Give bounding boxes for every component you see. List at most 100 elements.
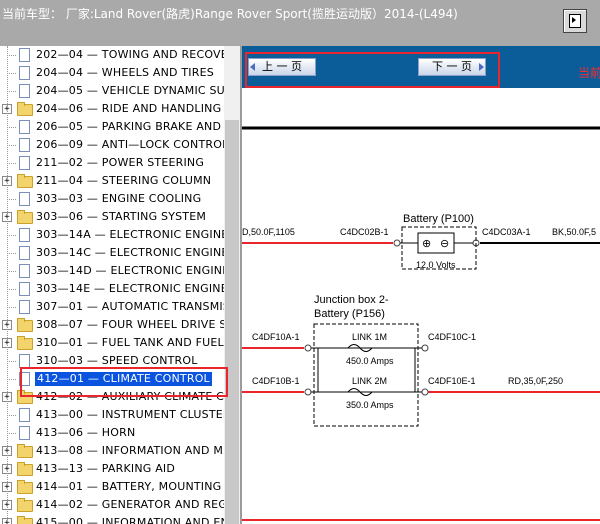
nav-highlight-box <box>245 52 500 88</box>
tree-item-label: 206—09 — ANTI—LOCK CONTROL <box>36 138 224 151</box>
tree-item[interactable]: 204—05 — VEHICLE DYNAMIC SUSPENSION <box>0 82 224 100</box>
tree-connector-line <box>7 433 16 434</box>
tree-item-label: 303—14A — ELECTRONIC ENGINE CONTROLS <box>36 228 224 241</box>
tree-item-label: 414—01 — BATTERY, MOUNTING AND CABLES <box>36 480 224 493</box>
tree-item-label: 303—06 — STARTING SYSTEM <box>36 210 207 223</box>
tree-item[interactable]: 303—14E — ELECTRONIC ENGINE CONTROLS <box>0 280 224 298</box>
terminal-c4df10c <box>421 344 429 352</box>
link-1m-amps: 450.0 Amps <box>346 356 394 366</box>
tree-item[interactable]: +303—06 — STARTING SYSTEM <box>0 208 224 226</box>
folder-icon <box>17 462 33 476</box>
tree-connector-line <box>7 307 16 308</box>
selection-highlight-box <box>20 367 228 397</box>
junction-title-line2: Battery (P156) <box>314 308 385 320</box>
tree-item-label: 206—05 — PARKING BRAKE AND ACTUATION <box>36 120 224 133</box>
link-2m-name: LINK 2M <box>352 376 387 386</box>
tree-item[interactable]: +414—02 — GENERATOR AND REGULATOR <box>0 496 224 514</box>
tree-item[interactable]: +308—07 — FOUR WHEEL DRIVE SYSTEMS <box>0 316 224 334</box>
tree-item-label: 303—14E — ELECTRONIC ENGINE CONTROLS <box>36 282 224 295</box>
document-icon <box>19 426 30 440</box>
tree-item-label: 204—06 — RIDE AND HANDLING <box>36 102 222 115</box>
minus-icon: ⊖ <box>440 238 449 250</box>
tree-item[interactable]: +211—04 — STEERING COLUMN <box>0 172 224 190</box>
tree-item[interactable]: 303—03 — ENGINE COOLING <box>0 190 224 208</box>
tree-scrollbar[interactable] <box>224 46 240 524</box>
wiring-diagram-svg: Battery (P100) D,50.0F,1105 C4DC02B-1 C4… <box>242 126 600 521</box>
tree-item[interactable]: 204—04 — WHEELS AND TIRES <box>0 64 224 82</box>
tree-connector-line <box>7 253 16 254</box>
document-icon <box>19 300 30 314</box>
exit-button[interactable] <box>563 9 587 33</box>
document-icon <box>19 66 30 80</box>
folder-icon <box>17 480 33 494</box>
tree-connector-line <box>7 145 16 146</box>
tree-item-label: 414—02 — GENERATOR AND REGULATOR <box>36 498 224 511</box>
document-icon <box>19 84 30 98</box>
connector-c4df10b: C4DF10B-1 <box>252 376 300 386</box>
wire-label-right-top: BK,50.0F,5 <box>552 227 596 237</box>
section-tree[interactable]: 202—04 — TOWING AND RECOVERY 204—04 — WHE… <box>0 46 224 524</box>
tree-item-label: 303—14D — ELECTRONIC ENGINE CONTROLS <box>36 264 224 277</box>
tree-item-label: 307—01 — AUTOMATIC TRANSMISSION <box>36 300 224 313</box>
tree-item-label: 202—04 — TOWING AND RECOVERY <box>36 48 224 61</box>
terminal-c4dc02b <box>393 239 401 247</box>
document-icon <box>19 282 30 296</box>
tree-item[interactable]: 303—14C — ELECTRONIC ENGINE CONTROLS <box>0 244 224 262</box>
tree-connector-line <box>7 379 16 380</box>
tree-item[interactable]: 206—05 — PARKING BRAKE AND ACTUATION <box>0 118 224 136</box>
tree-connector-line <box>7 271 16 272</box>
link-2m-amps: 350.0 Amps <box>346 400 394 410</box>
tree-item[interactable]: 307—01 — AUTOMATIC TRANSMISSION <box>0 298 224 316</box>
tree-item[interactable]: +413—08 — INFORMATION AND MESSAGE CENTER <box>0 442 224 460</box>
tree-item[interactable]: 413—00 — INSTRUMENT CLUSTER <box>0 406 224 424</box>
terminal-c4df10b <box>304 388 312 396</box>
tree-connector-line <box>7 73 16 74</box>
arrow-right-icon <box>572 17 576 23</box>
connector-c4df10e: C4DF10E-1 <box>428 376 476 386</box>
tree-item[interactable]: 303—14D — ELECTRONIC ENGINE CONTROLS <box>0 262 224 280</box>
tree-connector-line <box>7 91 16 92</box>
tree-item[interactable]: 211—02 — POWER STEERING <box>0 154 224 172</box>
tree-item[interactable]: +310—01 — FUEL TANK AND FUEL LINES <box>0 334 224 352</box>
tree-item[interactable]: 206—09 — ANTI—LOCK CONTROL <box>0 136 224 154</box>
tree-item-label: 413—00 — INSTRUMENT CLUSTER <box>36 408 224 421</box>
tree-item[interactable]: +414—01 — BATTERY, MOUNTING AND CABLES <box>0 478 224 496</box>
tree-item[interactable]: 413—06 — HORN <box>0 424 224 442</box>
tree-item-label: 413—13 — PARKING AID <box>36 462 176 475</box>
tree-item[interactable]: +415—00 — INFORMATION AND ENTERTAINMENT <box>0 514 224 524</box>
tree-item-label: 211—02 — POWER STEERING <box>36 156 205 169</box>
tree-item-label: 303—14C — ELECTRONIC ENGINE CONTROLS <box>36 246 224 259</box>
tree-guide-line <box>7 46 8 524</box>
document-icon <box>19 354 30 368</box>
tree-item-label: 413—08 — INFORMATION AND MESSAGE CENTER <box>36 444 224 457</box>
tree-connector-line <box>7 163 16 164</box>
folder-icon <box>17 444 33 458</box>
tree-item[interactable]: +413—13 — PARKING AID <box>0 460 224 478</box>
tree-item-label: 308—07 — FOUR WHEEL DRIVE SYSTEMS <box>36 318 224 331</box>
battery-title: Battery (P100) <box>403 213 474 225</box>
title-bar: 当前车型： 厂家:Land Rover(路虎)Range Rover Sport… <box>0 0 600 46</box>
junction-title-line1: Junction box 2- <box>314 294 389 306</box>
document-icon <box>19 120 30 134</box>
connector-c4df10c: C4DF10C-1 <box>428 332 476 342</box>
document-icon <box>19 48 30 62</box>
terminal-c4df10a <box>304 344 312 352</box>
tree-connector-line <box>7 415 16 416</box>
vehicle-title: 当前车型： 厂家:Land Rover(路虎)Range Rover Sport… <box>2 7 458 21</box>
tree-item-label: 310—01 — FUEL TANK AND FUEL LINES <box>36 336 224 349</box>
tree-connector-line <box>7 361 16 362</box>
plus-icon: ⊕ <box>422 238 431 250</box>
folder-icon <box>17 516 33 524</box>
tree-item[interactable]: 202—04 — TOWING AND RECOVERY <box>0 46 224 64</box>
connector-c4dc03a: C4DC03A-1 <box>482 227 531 237</box>
folder-icon <box>17 102 33 116</box>
document-icon <box>19 228 30 242</box>
link-1m-name: LINK 1M <box>352 332 387 342</box>
scrollbar-thumb[interactable] <box>225 120 239 524</box>
tree-item[interactable]: 303—14A — ELECTRONIC ENGINE CONTROLS <box>0 226 224 244</box>
wire-label-left-top: D,50.0F,1105 <box>242 227 295 237</box>
tree-item-label: 204—04 — WHEELS AND TIRES <box>36 66 214 79</box>
terminal-c4df10e <box>421 388 429 396</box>
tree-item-label: 310—03 — SPEED CONTROL <box>36 354 198 367</box>
tree-item[interactable]: +204—06 — RIDE AND HANDLING <box>0 100 224 118</box>
